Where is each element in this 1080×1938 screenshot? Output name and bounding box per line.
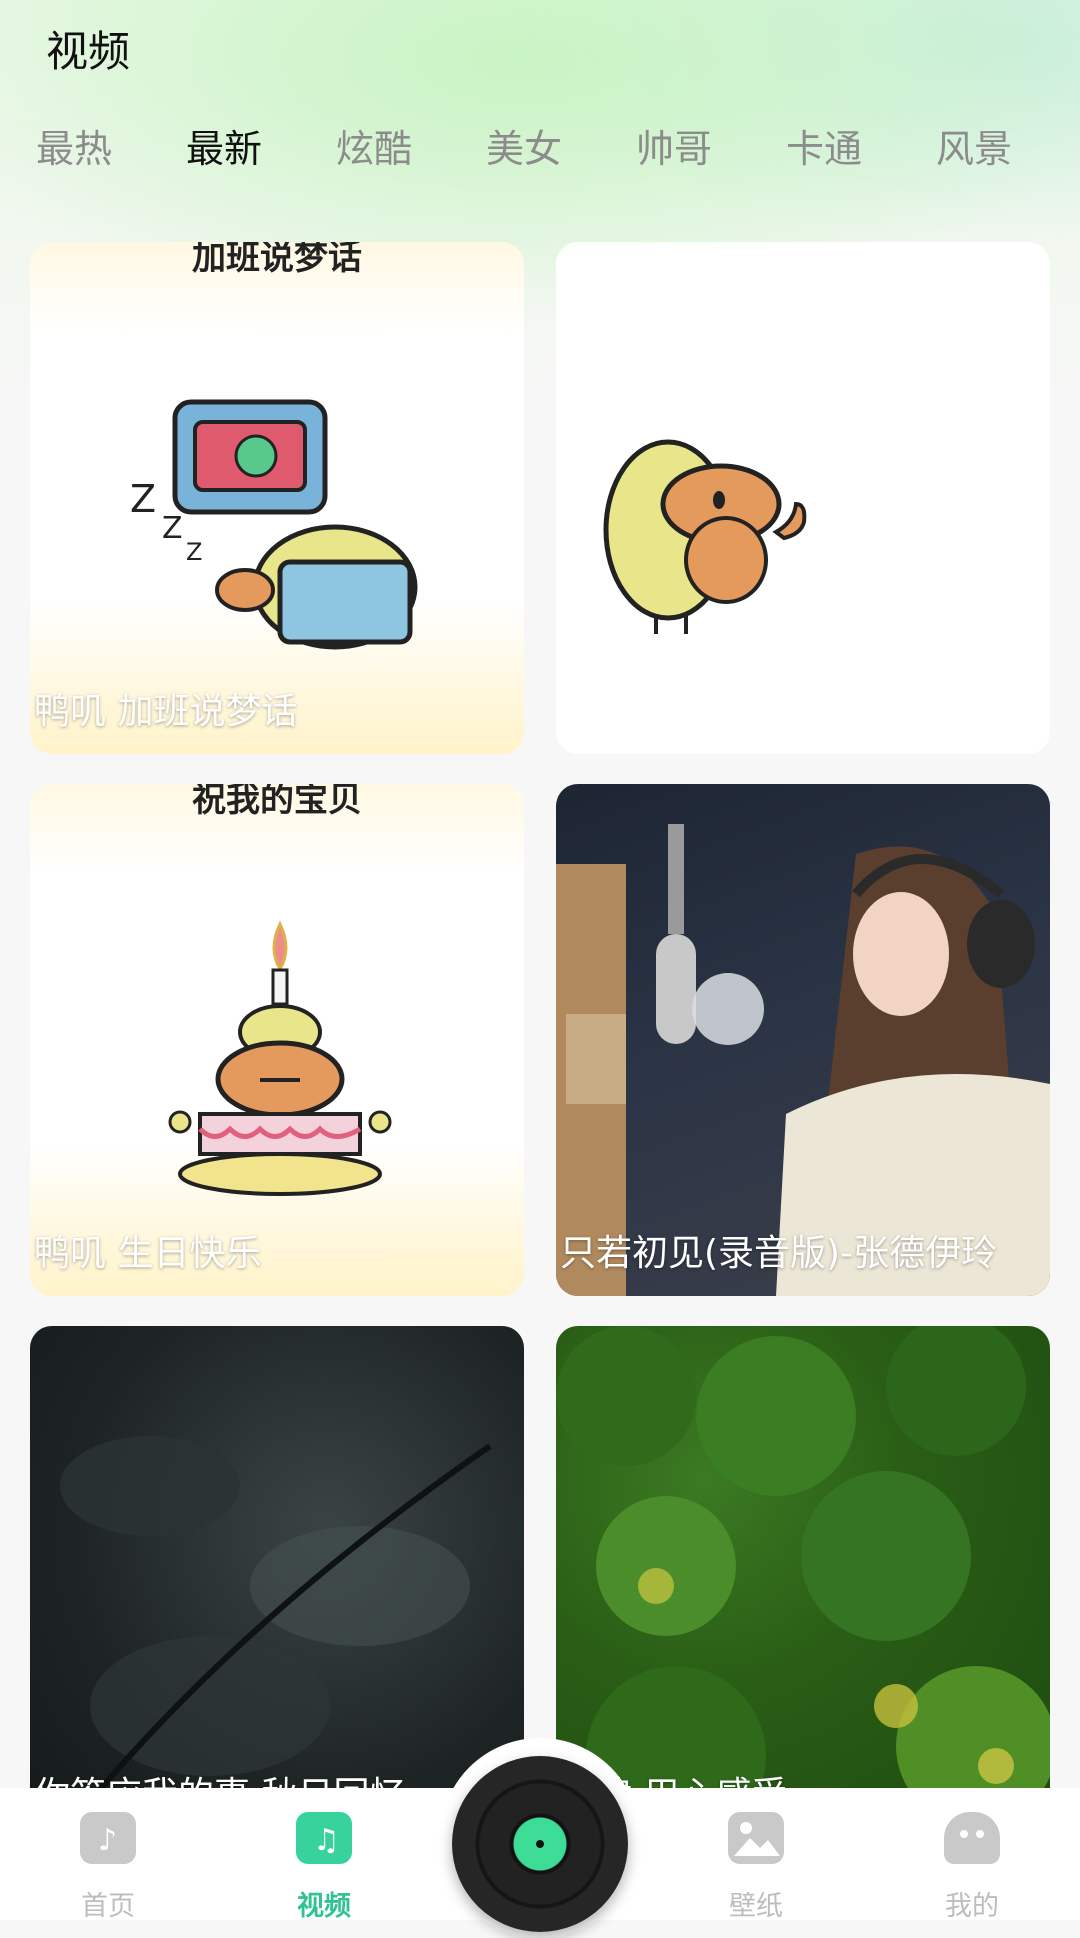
record-center-dot (536, 1840, 544, 1848)
video-icon: ♫ (296, 1812, 352, 1864)
svg-text:Z: Z (186, 538, 202, 566)
ghost-profile-icon (944, 1812, 1000, 1864)
forest-aerial-thumbnail (556, 1326, 1050, 1838)
video-card[interactable]: 加班说梦话 Z Z Z 鸭叽 加班说梦话 (30, 242, 524, 754)
nav-wallpaper[interactable]: 壁纸 (696, 1788, 816, 1922)
music-note-icon: ♪ (80, 1812, 136, 1864)
nav-home[interactable]: ♪ 首页 (48, 1788, 168, 1922)
video-card[interactable]: 祝我的宝贝 鸭叽 生日快乐 (30, 784, 524, 1296)
svg-text:Z: Z (162, 511, 183, 546)
video-caption: 只若初见(录音版)-张德伊玲 (560, 1233, 998, 1274)
video-card[interactable] (556, 242, 1050, 754)
nav-video[interactable]: ♫ 视频 (264, 1788, 384, 1922)
image-icon (728, 1812, 784, 1864)
page-title: 视频 (46, 27, 131, 76)
video-card[interactable]: 只若初见(录音版)-张德伊玲 (556, 784, 1050, 1296)
tab-latest[interactable]: 最新 (186, 118, 262, 173)
tab-cartoon[interactable]: 卡通 (786, 118, 862, 173)
dark-leaves-thumbnail (60, 1436, 492, 1828)
tab-handsome[interactable]: 帅哥 (636, 118, 712, 173)
tab-hot[interactable]: 最热 (36, 118, 112, 173)
video-card[interactable]: 旋律 用心感受 (556, 1326, 1050, 1838)
svg-text:Z: Z (130, 477, 156, 521)
nav-wallpaper-label: 壁纸 (729, 1891, 783, 1922)
tab-cool[interactable]: 炫酷 (336, 118, 412, 173)
duck-birthday-cake-illustration (168, 920, 392, 1196)
duck-computer-illustration: Z Z Z (130, 399, 418, 650)
svg-text:♪: ♪ (98, 1823, 117, 1858)
video-caption: 鸭叽 生日快乐 (34, 1233, 262, 1274)
duck-waving-illustration (603, 439, 807, 634)
singer-recording-thumbnail (556, 824, 1050, 1296)
video-card[interactable]: 你答应我的事 秋日回忆 (30, 1326, 524, 1838)
nav-video-label: 视频 (297, 1891, 351, 1922)
nav-home-label: 首页 (81, 1891, 135, 1922)
nav-profile[interactable]: 我的 (912, 1788, 1032, 1922)
video-caption: 鸭叽 加班说梦话 (34, 691, 298, 732)
nav-profile-label: 我的 (945, 1891, 999, 1922)
category-tabs: 最热 最新 炫酷 美女 帅哥 卡通 风景 (0, 118, 1080, 178)
tab-beauty[interactable]: 美女 (486, 118, 562, 173)
tab-scenery[interactable]: 风景 (936, 118, 1012, 173)
svg-text:♫: ♫ (313, 1823, 340, 1858)
